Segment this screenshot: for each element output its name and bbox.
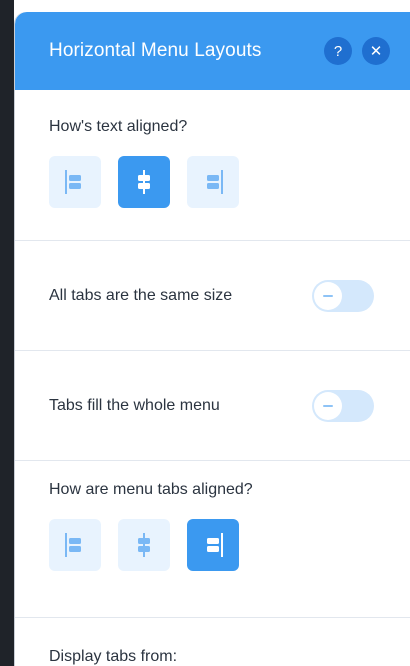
fill-menu-toggle[interactable]	[312, 389, 374, 422]
same-size-toggle[interactable]	[312, 279, 374, 312]
close-button[interactable]: ✕	[362, 37, 390, 65]
backdrop-top	[0, 0, 410, 10]
align-center-icon	[138, 170, 150, 194]
tab-align-center-button[interactable]	[118, 519, 170, 571]
align-left-icon	[65, 533, 81, 557]
fill-menu-label: Tabs fill the whole menu	[49, 396, 220, 414]
same-size-section: All tabs are the same size	[15, 241, 410, 351]
align-center-icon	[138, 533, 150, 557]
align-left-icon	[65, 170, 81, 194]
help-icon: ?	[333, 42, 343, 60]
tab-align-left-button[interactable]	[49, 519, 101, 571]
panel-title: Horizontal Menu Layouts	[49, 40, 262, 61]
text-align-left-button[interactable]	[49, 156, 101, 208]
panel-header: Horizontal Menu Layouts ? ✕	[15, 12, 410, 90]
display-tabs-label: Display tabs from:	[49, 648, 178, 665]
align-right-icon	[207, 533, 223, 557]
text-alignment-section: How's text aligned?	[15, 90, 410, 241]
fill-menu-section: Tabs fill the whole menu	[15, 351, 410, 461]
toggle-knob	[314, 391, 342, 420]
help-button[interactable]: ?	[324, 37, 352, 65]
tab-alignment-label: How are menu tabs aligned?	[49, 481, 253, 498]
tab-alignment-options	[49, 519, 410, 571]
text-align-center-button[interactable]	[118, 156, 170, 208]
layouts-panel: Horizontal Menu Layouts ? ✕ How's text a…	[14, 12, 410, 666]
text-alignment-options	[49, 156, 410, 208]
text-alignment-label: How's text aligned?	[49, 118, 188, 135]
close-icon: ✕	[369, 43, 383, 60]
toggle-knob	[314, 281, 342, 310]
display-tabs-section: Display tabs from:	[15, 618, 410, 666]
align-right-icon	[207, 170, 223, 194]
tab-align-right-button[interactable]	[187, 519, 239, 571]
text-align-right-button[interactable]	[187, 156, 239, 208]
tab-alignment-section: How are menu tabs aligned?	[15, 461, 410, 618]
same-size-label: All tabs are the same size	[49, 286, 233, 304]
editor-backdrop	[0, 0, 14, 666]
